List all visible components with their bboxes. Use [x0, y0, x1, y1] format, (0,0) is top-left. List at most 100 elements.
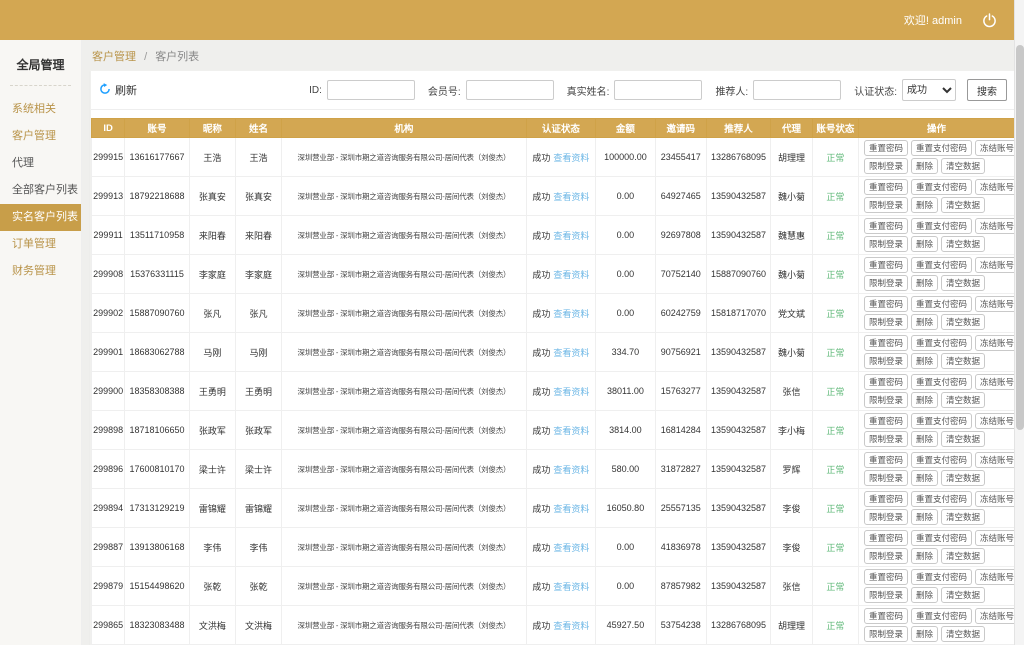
restrict-login-button[interactable]: 限制登录 — [863, 626, 908, 642]
reset-pay-password-button[interactable]: 重置支付密码 — [910, 179, 972, 195]
delete-button[interactable]: 删除 — [910, 197, 938, 213]
search-button[interactable]: 搜索 — [967, 79, 1007, 101]
delete-button[interactable]: 删除 — [910, 587, 938, 603]
reset-pay-password-button[interactable]: 重置支付密码 — [910, 413, 972, 429]
delete-button[interactable]: 删除 — [910, 431, 938, 447]
delete-button[interactable]: 删除 — [910, 236, 938, 252]
clear-data-button[interactable]: 清空数据 — [940, 353, 985, 369]
view-profile-link[interactable]: 查看资料 — [553, 270, 589, 280]
view-profile-link[interactable]: 查看资料 — [553, 426, 589, 436]
restrict-login-button[interactable]: 限制登录 — [863, 548, 908, 564]
clear-data-button[interactable]: 清空数据 — [940, 470, 985, 486]
reset-pay-password-button[interactable]: 重置支付密码 — [910, 335, 972, 351]
reset-pay-password-button[interactable]: 重置支付密码 — [910, 374, 972, 390]
freeze-account-button[interactable]: 冻结账号 — [974, 491, 1014, 507]
clear-data-button[interactable]: 清空数据 — [940, 626, 985, 642]
reset-password-button[interactable]: 重置密码 — [863, 335, 908, 351]
restrict-login-button[interactable]: 限制登录 — [863, 431, 908, 447]
delete-button[interactable]: 删除 — [910, 158, 938, 174]
reset-password-button[interactable]: 重置密码 — [863, 179, 908, 195]
real-name-filter-input[interactable] — [614, 80, 703, 100]
freeze-account-button[interactable]: 冻结账号 — [974, 296, 1014, 312]
freeze-account-button[interactable]: 冻结账号 — [974, 530, 1014, 546]
refresh-button[interactable]: 刷新 — [99, 82, 137, 98]
clear-data-button[interactable]: 清空数据 — [940, 509, 985, 525]
view-profile-link[interactable]: 查看资料 — [553, 582, 589, 592]
reset-pay-password-button[interactable]: 重置支付密码 — [910, 218, 972, 234]
freeze-account-button[interactable]: 冻结账号 — [974, 140, 1014, 156]
restrict-login-button[interactable]: 限制登录 — [863, 509, 908, 525]
reset-pay-password-button[interactable]: 重置支付密码 — [910, 491, 972, 507]
vertical-scrollbar[interactable] — [1014, 0, 1024, 645]
referrer-filter-input[interactable] — [753, 80, 842, 100]
freeze-account-button[interactable]: 冻结账号 — [974, 218, 1014, 234]
view-profile-link[interactable]: 查看资料 — [553, 153, 589, 163]
id-filter-input[interactable] — [326, 80, 415, 100]
view-profile-link[interactable]: 查看资料 — [553, 504, 589, 514]
restrict-login-button[interactable]: 限制登录 — [863, 392, 908, 408]
reset-password-button[interactable]: 重置密码 — [863, 218, 908, 234]
freeze-account-button[interactable]: 冻结账号 — [974, 608, 1014, 624]
view-profile-link[interactable]: 查看资料 — [553, 387, 589, 397]
delete-button[interactable]: 删除 — [910, 392, 938, 408]
reset-pay-password-button[interactable]: 重置支付密码 — [910, 569, 972, 585]
view-profile-link[interactable]: 查看资料 — [553, 309, 589, 319]
freeze-account-button[interactable]: 冻结账号 — [974, 374, 1014, 390]
view-profile-link[interactable]: 查看资料 — [553, 543, 589, 553]
view-profile-link[interactable]: 查看资料 — [553, 192, 589, 202]
freeze-account-button[interactable]: 冻结账号 — [974, 257, 1014, 273]
clear-data-button[interactable]: 清空数据 — [940, 548, 985, 564]
view-profile-link[interactable]: 查看资料 — [553, 348, 589, 358]
reset-password-button[interactable]: 重置密码 — [863, 452, 908, 468]
sidebar-item-customer-mgmt[interactable]: 客户管理 — [0, 123, 81, 150]
reset-password-button[interactable]: 重置密码 — [863, 608, 908, 624]
restrict-login-button[interactable]: 限制登录 — [863, 587, 908, 603]
auth-status-select[interactable]: 成功 — [902, 79, 956, 101]
delete-button[interactable]: 删除 — [910, 314, 938, 330]
reset-password-button[interactable]: 重置密码 — [863, 491, 908, 507]
reset-pay-password-button[interactable]: 重置支付密码 — [910, 452, 972, 468]
member-no-filter-input[interactable] — [465, 80, 554, 100]
sidebar-item-system[interactable]: 系统相关 — [0, 96, 81, 123]
reset-password-button[interactable]: 重置密码 — [863, 569, 908, 585]
restrict-login-button[interactable]: 限制登录 — [863, 353, 908, 369]
breadcrumb-parent-link[interactable]: 客户管理 — [92, 51, 136, 63]
sidebar-item-orders[interactable]: 订单管理 — [0, 231, 81, 258]
restrict-login-button[interactable]: 限制登录 — [863, 158, 908, 174]
reset-pay-password-button[interactable]: 重置支付密码 — [910, 257, 972, 273]
clear-data-button[interactable]: 清空数据 — [940, 158, 985, 174]
reset-password-button[interactable]: 重置密码 — [863, 257, 908, 273]
view-profile-link[interactable]: 查看资料 — [553, 465, 589, 475]
delete-button[interactable]: 删除 — [910, 275, 938, 291]
reset-password-button[interactable]: 重置密码 — [863, 530, 908, 546]
restrict-login-button[interactable]: 限制登录 — [863, 197, 908, 213]
reset-pay-password-button[interactable]: 重置支付密码 — [910, 296, 972, 312]
freeze-account-button[interactable]: 冻结账号 — [974, 452, 1014, 468]
clear-data-button[interactable]: 清空数据 — [940, 275, 985, 291]
delete-button[interactable]: 删除 — [910, 509, 938, 525]
clear-data-button[interactable]: 清空数据 — [940, 197, 985, 213]
clear-data-button[interactable]: 清空数据 — [940, 431, 985, 447]
scrollbar-thumb[interactable] — [1016, 45, 1024, 430]
view-profile-link[interactable]: 查看资料 — [553, 231, 589, 241]
clear-data-button[interactable]: 清空数据 — [940, 314, 985, 330]
reset-password-button[interactable]: 重置密码 — [863, 140, 908, 156]
reset-password-button[interactable]: 重置密码 — [863, 413, 908, 429]
freeze-account-button[interactable]: 冻结账号 — [974, 569, 1014, 585]
freeze-account-button[interactable]: 冻结账号 — [974, 335, 1014, 351]
logout-power-icon[interactable] — [980, 11, 998, 29]
reset-password-button[interactable]: 重置密码 — [863, 374, 908, 390]
reset-pay-password-button[interactable]: 重置支付密码 — [910, 530, 972, 546]
restrict-login-button[interactable]: 限制登录 — [863, 275, 908, 291]
delete-button[interactable]: 删除 — [910, 626, 938, 642]
delete-button[interactable]: 删除 — [910, 353, 938, 369]
sidebar-item-finance[interactable]: 财务管理 — [0, 258, 81, 285]
restrict-login-button[interactable]: 限制登录 — [863, 236, 908, 252]
sidebar-item-agents[interactable]: 代理 — [0, 150, 81, 177]
sidebar-item-realname-customers[interactable]: 实名客户列表 — [0, 204, 81, 231]
freeze-account-button[interactable]: 冻结账号 — [974, 179, 1014, 195]
clear-data-button[interactable]: 清空数据 — [940, 392, 985, 408]
clear-data-button[interactable]: 清空数据 — [940, 236, 985, 252]
view-profile-link[interactable]: 查看资料 — [553, 621, 589, 631]
reset-password-button[interactable]: 重置密码 — [863, 296, 908, 312]
